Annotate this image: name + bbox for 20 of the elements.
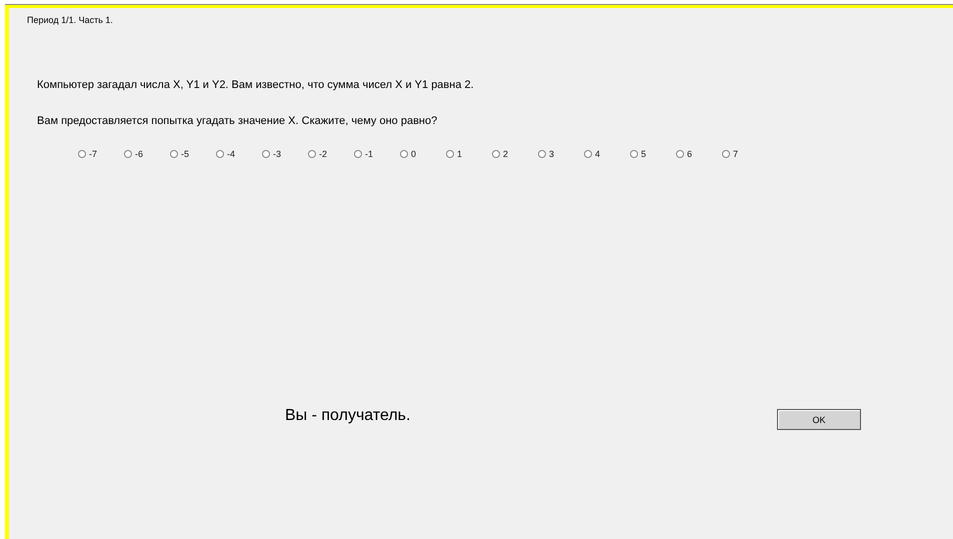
- answer-radio[interactable]: 4: [584, 149, 630, 159]
- question-text: Вам предоставляется попытка угадать значение X. Скажите, чему оно равно?: [37, 114, 438, 128]
- answer-radio[interactable]: -6: [124, 149, 170, 159]
- ok-button[interactable]: OK: [777, 409, 861, 430]
- answer-radio[interactable]: -2: [308, 149, 354, 159]
- answer-radio[interactable]: -3: [262, 149, 308, 159]
- answer-radio[interactable]: 0: [400, 149, 446, 159]
- period-label: Период 1/1. Часть 1.: [27, 15, 114, 25]
- answer-radio[interactable]: 2: [492, 149, 538, 159]
- answer-radio[interactable]: -7: [78, 149, 124, 159]
- role-text: Вы - получатель.: [285, 407, 410, 425]
- answer-radio[interactable]: -1: [354, 149, 400, 159]
- answer-radio[interactable]: 7: [722, 149, 768, 159]
- answer-radio[interactable]: 5: [630, 149, 676, 159]
- answer-radio[interactable]: -4: [216, 149, 262, 159]
- answer-radio[interactable]: 6: [676, 149, 722, 159]
- answer-radio[interactable]: 1: [446, 149, 492, 159]
- answer-radio[interactable]: -5: [170, 149, 216, 159]
- answer-radio[interactable]: 3: [538, 149, 584, 159]
- question-text: Компьютер загадал числа X, Y1 и Y2. Вам известно, что сумма чисел X и Y1 равна 2.: [37, 78, 475, 92]
